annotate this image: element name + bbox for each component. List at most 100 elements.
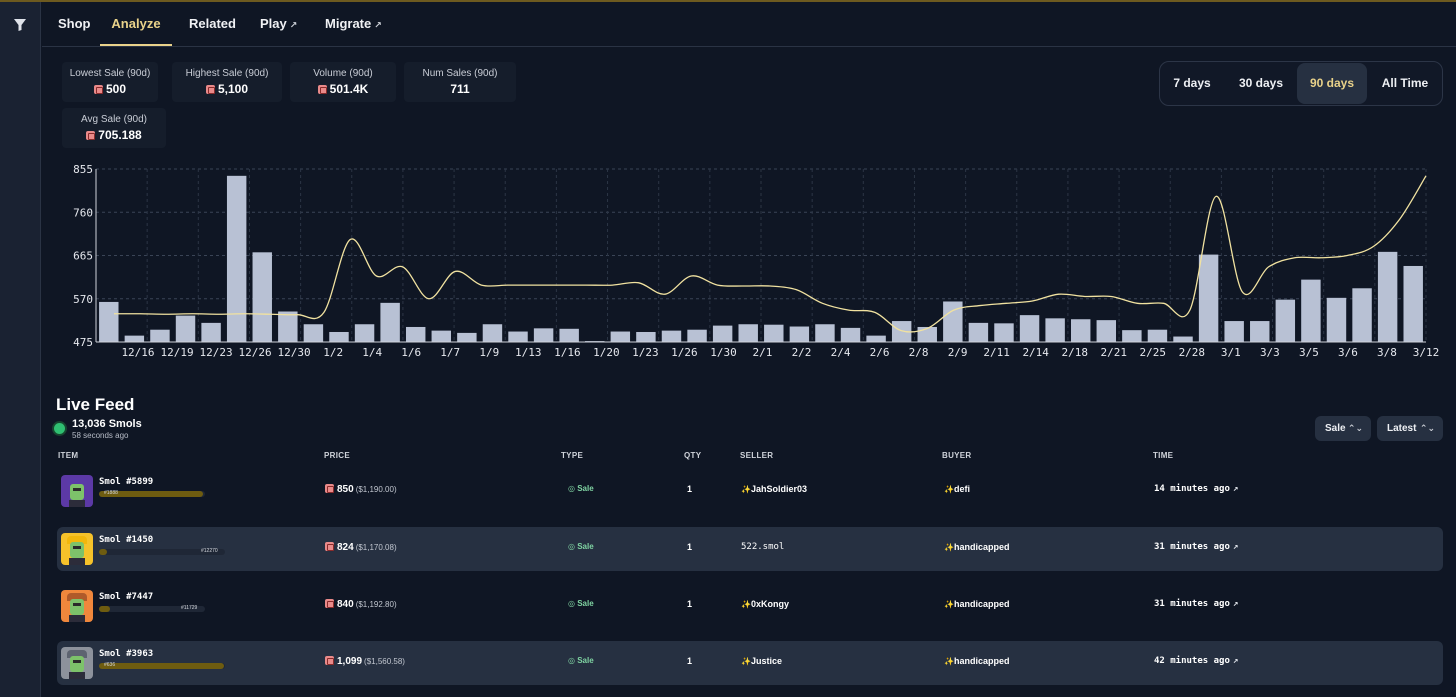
chart-bar <box>1096 320 1117 342</box>
tab-play[interactable]: Play ↗ <box>260 2 297 46</box>
chart-bar <box>1403 265 1423 342</box>
stat-value: 500 <box>62 82 158 96</box>
external-link-icon: ↗ <box>1232 542 1239 552</box>
stat-number: 5,100 <box>217 82 249 96</box>
external-link-icon: ↗ <box>1232 599 1239 609</box>
range-7-days[interactable]: 7 days <box>1164 63 1220 104</box>
stat-number: 705.188 <box>98 128 142 142</box>
chart-bar <box>99 301 119 342</box>
x-tick-label: 2/9 <box>948 346 968 359</box>
range-all-time[interactable]: All Time <box>1370 63 1440 104</box>
sparkle-icon: ✨ <box>944 543 954 552</box>
chart-bar <box>1198 254 1219 342</box>
stat-label: Highest Sale (90d) <box>185 68 269 79</box>
sort-select[interactable]: Latest ⌃⌄ <box>1377 416 1443 441</box>
x-tick-label: 1/20 <box>593 346 620 359</box>
stat-label: Num Sales (90d) <box>422 68 498 79</box>
chart-bar <box>354 324 375 342</box>
filter-icon[interactable] <box>13 18 27 32</box>
avatar-eyes <box>73 660 81 663</box>
smol-avatar[interactable] <box>61 475 93 507</box>
chart-bar <box>226 175 247 342</box>
sale-time-link[interactable]: 31 minutes ago ↗ <box>1154 599 1238 609</box>
chart-bar <box>815 324 835 342</box>
smol-avatar[interactable] <box>61 590 93 622</box>
smol-avatar[interactable] <box>61 647 93 679</box>
sale-time-link[interactable]: 31 minutes ago ↗ <box>1154 542 1238 552</box>
price-value: 840 <box>337 599 354 610</box>
x-tick-label: 12/30 <box>278 346 311 359</box>
buyer-link[interactable]: ✨handicapped <box>944 656 1009 666</box>
quantity: 1 <box>687 484 693 494</box>
tab-migrate[interactable]: Migrate ↗ <box>325 2 382 46</box>
avatar-eyes <box>73 546 81 549</box>
chart-bar <box>712 325 733 342</box>
sale-time-link[interactable]: 42 minutes ago ↗ <box>1154 656 1238 666</box>
col-header-qty[interactable]: QTY <box>684 451 701 460</box>
tab-analyze[interactable]: Analyze <box>100 2 172 46</box>
buyer-link[interactable]: ✨handicapped <box>944 542 1009 552</box>
col-header-seller[interactable]: SELLER <box>740 451 773 460</box>
item-name[interactable]: Smol #1450 <box>99 535 153 545</box>
external-link-icon: ↗ <box>289 20 298 30</box>
magic-coin-icon <box>325 599 334 608</box>
sale-type-icon: ◎ <box>568 599 578 608</box>
rarity-fill <box>99 549 107 555</box>
stat-label: Lowest Sale (90d) <box>69 68 151 79</box>
col-header-type[interactable]: TYPE <box>561 451 583 460</box>
table-row[interactable]: Smol #1450 #12270 824 ($1,170.08) ◎ Sale 1 522… <box>57 527 1443 571</box>
x-tick-label: 1/23 <box>632 346 659 359</box>
stat-highest-sale: Highest Sale (90d) 5,100 <box>172 62 282 102</box>
item-name[interactable]: Smol #7447 <box>99 592 153 602</box>
collection-count: 13,036 Smols <box>72 418 142 430</box>
sparkle-icon: ✨ <box>741 657 751 666</box>
table-row[interactable]: Smol #3963 #636 1,099 ($1,560.58) ◎ Sale 1 ✨Ju… <box>57 641 1443 685</box>
x-tick-label: 1/13 <box>515 346 542 359</box>
chart-bar <box>610 331 631 342</box>
sale-type-label: Sale <box>577 542 594 551</box>
x-tick-label: 12/26 <box>239 346 272 359</box>
stat-volume: Volume (90d) 501.4K <box>290 62 396 102</box>
y-tick-label: 855 <box>73 163 93 176</box>
chart-bar <box>1326 297 1347 342</box>
seller-link[interactable]: 522.smol <box>741 542 784 552</box>
range-90-days[interactable]: 90 days <box>1297 63 1367 104</box>
table-row[interactable]: Smol #7447 #11729 840 ($1,192.80) ◎ Sale 1 ✨0x… <box>57 584 1443 628</box>
price-value: 1,099 <box>337 656 363 667</box>
chart-bar <box>303 324 324 342</box>
range-30-days[interactable]: 30 days <box>1226 63 1296 104</box>
col-header-buyer[interactable]: BUYER <box>942 451 972 460</box>
chart-bar <box>431 330 452 342</box>
chart-bar <box>764 324 784 342</box>
live-status-indicator <box>54 423 65 434</box>
buyer-link[interactable]: ✨defi <box>944 484 970 494</box>
chart-bar <box>278 311 298 342</box>
y-tick-label: 475 <box>73 336 93 349</box>
external-link-icon: ↗ <box>1232 656 1239 666</box>
avatar-head <box>70 484 84 500</box>
rarity-rank: #11729 <box>181 605 198 611</box>
seller-link[interactable]: ✨Justice <box>741 656 782 666</box>
smol-avatar[interactable] <box>61 533 93 565</box>
sparkle-icon: ✨ <box>944 657 954 666</box>
col-header-item[interactable]: ITEM <box>58 451 78 460</box>
item-name[interactable]: Smol #3963 <box>99 649 153 659</box>
seller-link[interactable]: ✨JahSoldier03 <box>741 484 807 494</box>
sale-type-label: Sale <box>577 599 594 608</box>
sale-time: 42 minutes ago <box>1154 656 1230 666</box>
sale-time-link[interactable]: 14 minutes ago ↗ <box>1154 484 1238 494</box>
buyer-link[interactable]: ✨handicapped <box>944 599 1009 609</box>
type-filter-select[interactable]: Sale ⌃⌄ <box>1315 416 1371 441</box>
x-tick-label: 1/2 <box>323 346 343 359</box>
item-name[interactable]: Smol #5899 <box>99 477 153 487</box>
chart-bar <box>1301 279 1321 342</box>
tab-related[interactable]: Related <box>189 2 236 46</box>
tab-shop[interactable]: Shop <box>58 2 91 46</box>
seller-link[interactable]: ✨0xKongy <box>741 599 789 609</box>
col-header-price[interactable]: PRICE <box>324 451 350 460</box>
x-tick-label: 3/8 <box>1377 346 1397 359</box>
table-row[interactable]: Smol #5899 #1888 850 ($1,190.00) ◎ Sale 1 ✨Jah… <box>57 469 1443 513</box>
col-header-time[interactable]: TIME <box>1153 451 1173 460</box>
stat-lowest-sale: Lowest Sale (90d) 500 <box>62 62 158 102</box>
rarity-rank: #636 <box>104 662 116 668</box>
